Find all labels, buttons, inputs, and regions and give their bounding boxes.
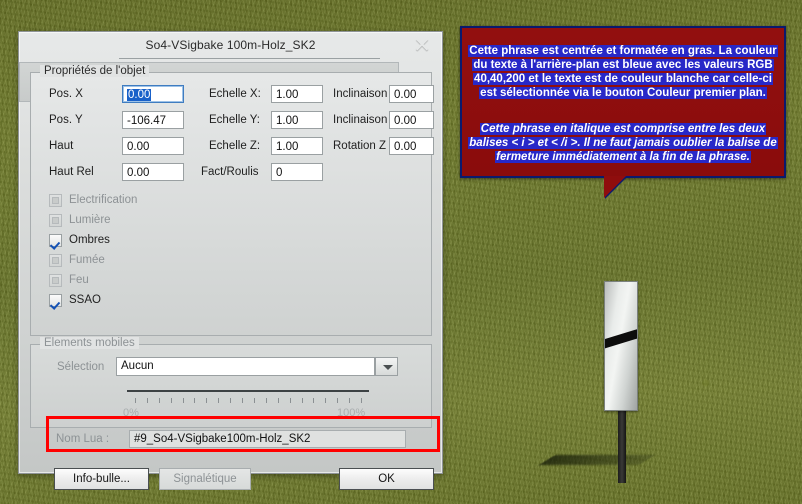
- label-fumee: Fumée: [69, 254, 105, 266]
- title-divider: [119, 58, 380, 59]
- bubble-paragraph-bold: Cette phrase est centrée et formatée en …: [468, 44, 778, 100]
- label-ssao: SSAO: [69, 294, 101, 306]
- group-object-properties: Propriétés de l'objet Pos. X 0.00 Pos. Y…: [30, 65, 434, 336]
- label-selection: Sélection: [57, 361, 105, 373]
- input-echelle-z[interactable]: 1.00: [271, 137, 323, 155]
- label-echelle-y: Echelle Y:: [209, 114, 260, 126]
- select-mobile-element[interactable]: Aucun: [116, 357, 375, 376]
- close-icon[interactable]: ✕: [410, 35, 434, 59]
- slider-tick: [266, 398, 267, 403]
- label-echelle-z: Echelle Z:: [209, 140, 261, 152]
- group-label-properties: Propriétés de l'objet: [40, 65, 150, 77]
- slider-tick: [218, 398, 219, 403]
- chevron-down-icon[interactable]: [375, 357, 398, 376]
- slider-tick: [349, 398, 350, 403]
- slider-tick: [361, 398, 362, 403]
- slider-tick: [254, 398, 255, 403]
- label-inclinaison-2: Inclinaison: [333, 114, 388, 126]
- input-echelle-x[interactable]: 1.00: [271, 85, 323, 103]
- input-pos-x[interactable]: 0.00: [122, 85, 184, 103]
- slider-tick: [242, 398, 243, 403]
- slider-tick: [147, 398, 148, 403]
- dialog-title: So4-VSigbake 100m-Holz_SK2: [145, 38, 316, 52]
- group-label-mobile-elements: Elements mobiles: [40, 337, 139, 349]
- checkbox-fumee: [49, 254, 62, 267]
- slider-tick: [206, 398, 207, 403]
- slider-tick: [278, 398, 279, 403]
- bubble-tail: [604, 176, 626, 198]
- slider-tick: [135, 398, 136, 403]
- slider-ticks: [127, 398, 369, 404]
- signpost-board[interactable]: [604, 281, 638, 411]
- slider-tick: [171, 398, 172, 403]
- signpost-pole: [618, 405, 626, 483]
- dialog-titlebar: So4-VSigbake 100m-Holz_SK2 ✕: [19, 32, 442, 62]
- signaletique-button: Signalétique: [159, 468, 251, 490]
- object-properties-dialog[interactable]: So4-VSigbake 100m-Holz_SK2 ✕ Propriétés …: [18, 31, 443, 490]
- tooltip-preview-bubble: Cette phrase est centrée et formatée en …: [460, 26, 786, 178]
- label-pos-x: Pos. X: [49, 88, 83, 100]
- label-haut-rel: Haut Rel: [49, 166, 94, 178]
- checkbox-ombres[interactable]: [49, 234, 62, 247]
- label-lumiere: Lumière: [69, 214, 111, 226]
- checkbox-ssao[interactable]: [49, 294, 62, 307]
- slider-tick: [313, 398, 314, 403]
- slider-tick: [290, 398, 291, 403]
- ok-button[interactable]: OK: [339, 468, 434, 490]
- label-inclinaison-1: Inclinaison: [333, 88, 388, 100]
- input-inclinaison-1[interactable]: 0.00: [389, 85, 434, 103]
- info-bulle-button[interactable]: Info-bulle...: [54, 468, 149, 490]
- checkbox-lumiere: [49, 214, 62, 227]
- label-pos-y: Pos. Y: [49, 114, 83, 126]
- checkbox-feu: [49, 274, 62, 287]
- slider-tick: [183, 398, 184, 403]
- input-inclinaison-2[interactable]: 0.00: [389, 111, 434, 129]
- slider-tick: [159, 398, 160, 403]
- slider-tick: [325, 398, 326, 403]
- label-echelle-x: Echelle X:: [209, 88, 261, 100]
- label-electrification: Electrification: [69, 194, 138, 206]
- label-fact-roulis: Fact/Roulis: [201, 166, 259, 178]
- signpost-stripe-icon: [605, 327, 637, 350]
- slider-track[interactable]: [127, 390, 369, 392]
- label-rotation-z: Rotation Z: [333, 140, 387, 152]
- slider-tick: [230, 398, 231, 403]
- slider-tick: [194, 398, 195, 403]
- slider-tick: [302, 398, 303, 403]
- bubble-paragraph-italic: Cette phrase en italique est comprise en…: [468, 122, 778, 164]
- bubble-paragraph-italic-text: Cette phrase en italique est comprise en…: [468, 123, 778, 163]
- label-ombres: Ombres: [69, 234, 110, 246]
- input-pos-x-value: 0.00: [127, 89, 152, 101]
- checkbox-electrification: [49, 194, 62, 207]
- input-haut[interactable]: 0.00: [122, 137, 184, 155]
- input-echelle-y[interactable]: 1.00: [271, 111, 323, 129]
- input-fact-roulis[interactable]: 0: [271, 163, 323, 181]
- input-rotation-z[interactable]: 0.00: [389, 137, 434, 155]
- bubble-paragraph-bold-text: Cette phrase est centrée et formatée en …: [468, 45, 778, 99]
- select-mobile-element-value: Aucun: [121, 360, 154, 372]
- label-haut: Haut: [49, 140, 74, 152]
- input-pos-y[interactable]: -106.47: [122, 111, 184, 129]
- input-haut-rel[interactable]: 0.00: [122, 163, 184, 181]
- signpost-shadow: [538, 455, 656, 465]
- label-feu: Feu: [69, 274, 89, 286]
- highlight-annotation-box: [46, 416, 440, 452]
- slider-tick: [337, 398, 338, 403]
